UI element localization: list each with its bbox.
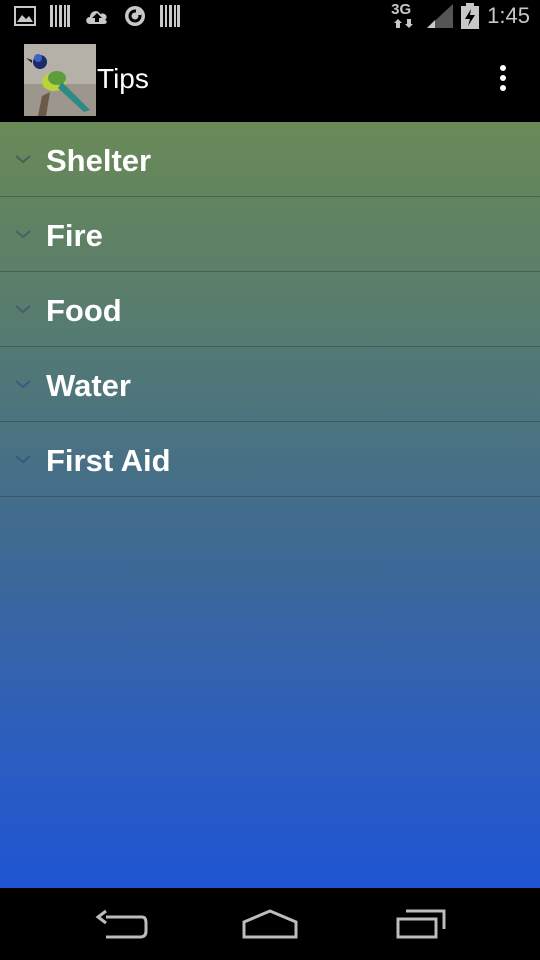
action-bar: Tips — [0, 33, 540, 122]
list-item-shelter[interactable]: Shelter — [0, 122, 540, 197]
list-item-label: Shelter — [46, 143, 152, 178]
network-label: 3G — [391, 1, 412, 18]
list-item-first-aid[interactable]: First Aid — [0, 422, 540, 497]
home-icon[interactable] — [240, 906, 300, 942]
recents-icon[interactable] — [390, 906, 450, 942]
chevron-down-icon — [15, 305, 31, 314]
tips-list: Shelter Fire Food Water First Aid — [0, 122, 540, 497]
list-item-food[interactable]: Food — [0, 272, 540, 347]
navigation-bar — [0, 888, 540, 960]
image-icon — [14, 6, 36, 26]
chevron-down-icon — [15, 380, 31, 389]
list-item-label: First Aid — [46, 443, 171, 478]
back-icon[interactable] — [90, 906, 150, 942]
list-item-water[interactable]: Water — [0, 347, 540, 422]
chevron-down-icon — [15, 155, 31, 164]
page-title: Tips — [97, 63, 149, 94]
chevron-down-icon — [15, 230, 31, 239]
list-item-label: Water — [46, 368, 131, 403]
system-icons: 3G 1:45 — [391, 1, 530, 30]
cloud-upload-icon — [86, 11, 107, 24]
battery-charging-icon — [461, 3, 480, 29]
notification-icons — [14, 4, 180, 28]
list-item-label: Fire — [46, 218, 103, 253]
barcode-icon — [50, 5, 70, 27]
chevron-down-icon — [15, 455, 31, 464]
network-3g-icon: 3G — [391, 1, 419, 29]
bird-app-icon[interactable] — [24, 44, 96, 116]
overflow-menu-icon[interactable] — [488, 63, 518, 93]
signal-icon — [427, 4, 454, 28]
clock: 1:45 — [487, 3, 530, 28]
list-item-fire[interactable]: Fire — [0, 197, 540, 272]
tips-content: Shelter Fire Food Water First Aid — [0, 122, 540, 888]
sync-icon — [125, 6, 145, 26]
status-bar: 3G 1:45 — [0, 0, 540, 33]
list-item-label: Food — [46, 293, 122, 328]
barcode-icon — [160, 5, 180, 27]
